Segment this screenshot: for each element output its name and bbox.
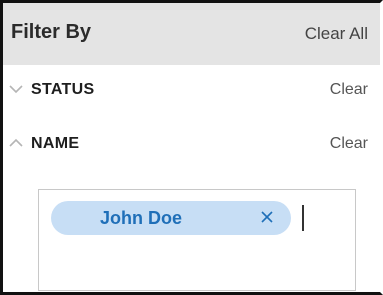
name-filter-input[interactable]: John Doe — [38, 189, 356, 291]
filter-header: Filter By Clear All — [3, 3, 380, 65]
status-clear-link[interactable]: Clear — [330, 81, 368, 99]
name-clear-link[interactable]: Clear — [330, 135, 368, 153]
close-icon[interactable] — [257, 207, 277, 227]
section-status-label: STATUS — [31, 81, 95, 98]
section-status[interactable]: STATUS Clear — [3, 65, 380, 115]
filter-panel: Filter By Clear All STATUS Clear NAME Cl… — [0, 0, 383, 295]
text-caret — [302, 205, 304, 231]
filter-title: Filter By — [11, 21, 92, 43]
name-chip-label: John Doe — [99, 208, 182, 228]
clear-all-link[interactable]: Clear All — [305, 24, 368, 44]
chevron-up-icon — [9, 138, 23, 147]
section-name-label: NAME — [31, 135, 80, 152]
name-chip: John Doe — [51, 201, 291, 235]
section-name[interactable]: NAME Clear — [3, 119, 380, 169]
chevron-down-icon — [9, 85, 23, 94]
